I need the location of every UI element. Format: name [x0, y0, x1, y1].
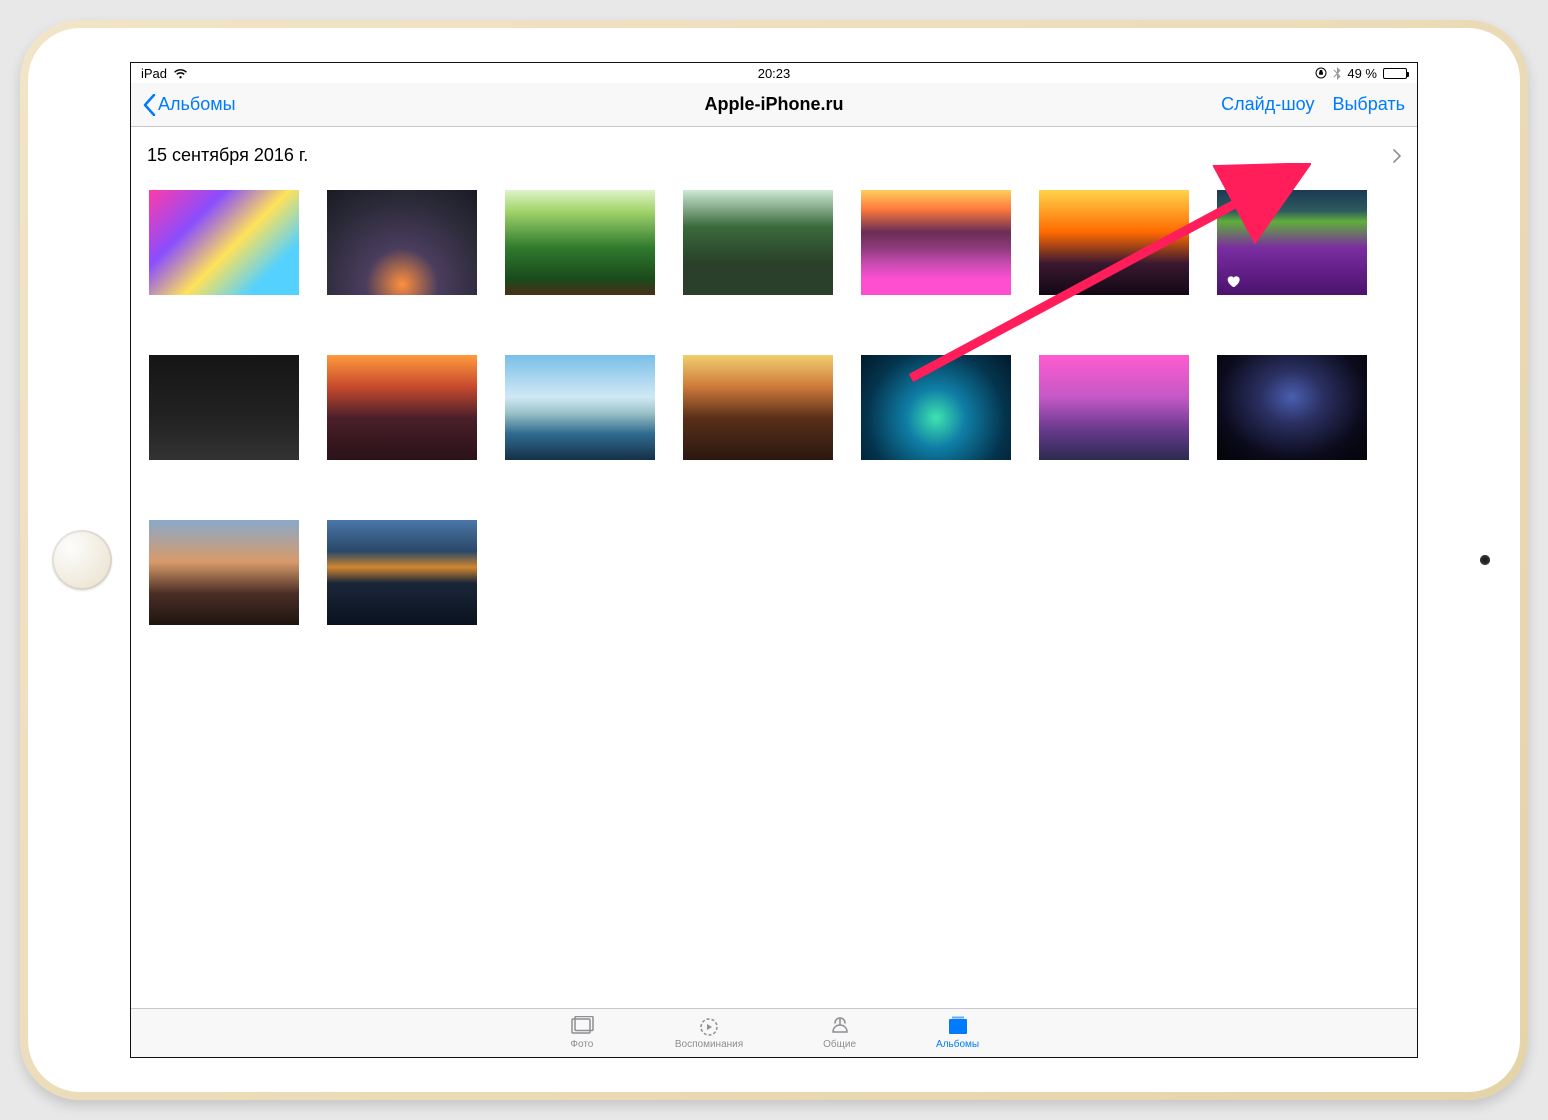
back-label: Альбомы	[158, 94, 236, 115]
favorite-icon	[1225, 273, 1241, 289]
photo-forest-path[interactable]	[505, 190, 655, 295]
photo-mountain-lake[interactable]	[505, 355, 655, 460]
back-button[interactable]: Альбомы	[143, 94, 236, 116]
tab-label: Альбомы	[936, 1039, 979, 1050]
chevron-left-icon	[143, 94, 156, 116]
orientation-lock-icon	[1315, 67, 1327, 79]
page-title: Apple-iPhone.ru	[705, 94, 844, 115]
albums-icon	[945, 1016, 971, 1038]
photo-forest-road[interactable]	[683, 190, 833, 295]
slideshow-button[interactable]: Слайд-шоу	[1221, 94, 1314, 115]
photo-ocean-sunset-dark[interactable]	[327, 355, 477, 460]
front-camera	[1480, 555, 1490, 565]
tab-label: Общие	[823, 1039, 856, 1050]
content-area: 15 сентября 2016 г.	[131, 127, 1417, 1008]
ipad-frame: iPad 20:23 49 % Альбомы Apple-iPhone.ru	[20, 20, 1528, 1100]
photo-volcano-fog[interactable]	[149, 520, 299, 625]
chevron-right-icon[interactable]	[1393, 149, 1401, 163]
select-button[interactable]: Выбрать	[1332, 94, 1405, 115]
tab-photos[interactable]: Фото	[569, 1016, 595, 1050]
photo-grid	[131, 176, 1417, 665]
photo-mountain-reflection[interactable]	[327, 520, 477, 625]
photo-motorcycle-dark[interactable]	[149, 355, 299, 460]
screen: iPad 20:23 49 % Альбомы Apple-iPhone.ru	[130, 62, 1418, 1058]
photo-mountain-orange[interactable]	[683, 355, 833, 460]
tab-label: Воспоминания	[675, 1039, 743, 1050]
tab-label: Фото	[570, 1039, 593, 1050]
home-button[interactable]	[52, 530, 112, 590]
tab-memories[interactable]: Воспоминания	[675, 1016, 743, 1050]
date-header: 15 сентября 2016 г.	[147, 145, 308, 166]
photos-icon	[569, 1016, 595, 1038]
section-header: 15 сентября 2016 г.	[131, 127, 1417, 176]
photo-coral-reef[interactable]	[861, 355, 1011, 460]
shared-icon	[827, 1016, 853, 1038]
tab-albums[interactable]: Альбомы	[936, 1016, 979, 1050]
tab-bar: Фото Воспоминания Общие Альбомы	[131, 1008, 1417, 1057]
tab-shared[interactable]: Общие	[823, 1016, 856, 1050]
battery-icon	[1383, 68, 1407, 79]
photo-milky-way[interactable]	[1217, 355, 1367, 460]
photo-ocean-sunset[interactable]	[1039, 190, 1189, 295]
battery-percent: 49 %	[1347, 66, 1377, 81]
navigation-bar: Альбомы Apple-iPhone.ru Слайд-шоу Выбрат…	[131, 83, 1417, 127]
photo-city-dusk[interactable]	[327, 190, 477, 295]
photo-mountain-pink[interactable]	[1039, 355, 1189, 460]
photo-lavender-field[interactable]	[1217, 190, 1367, 295]
wifi-icon	[173, 68, 188, 79]
status-time: 20:23	[758, 66, 791, 81]
device-label: iPad	[141, 66, 167, 81]
status-bar: iPad 20:23 49 %	[131, 63, 1417, 83]
memories-icon	[696, 1016, 722, 1038]
photo-clouds-colorful[interactable]	[149, 190, 299, 295]
photo-mountain-flowers[interactable]	[861, 190, 1011, 295]
bluetooth-icon	[1333, 67, 1341, 80]
